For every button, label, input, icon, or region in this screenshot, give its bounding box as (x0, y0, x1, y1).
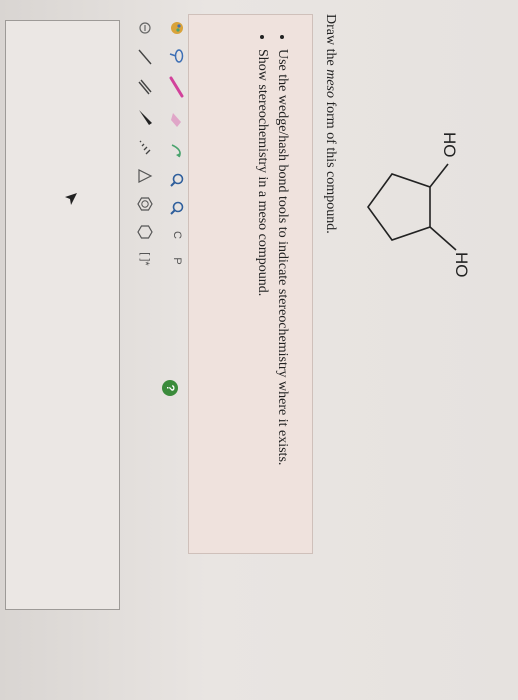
double-bond-tool[interactable] (135, 78, 155, 96)
charge-tool[interactable] (135, 20, 155, 36)
charge-icon (139, 22, 151, 34)
single-bond-icon (138, 49, 152, 65)
cyclopentane-diol-structure: HO HO (367, 132, 470, 278)
hash-bond-icon (139, 140, 151, 155)
zoom-out-icon (170, 201, 184, 215)
instruction-item: Use the wedge/hash bond tools to indicat… (274, 49, 290, 553)
question-prefix: Draw the (323, 14, 338, 70)
hydroxyl-label-bottom: HO (440, 132, 459, 158)
question-suffix: form of this compound. (323, 97, 338, 234)
question-emphasis: meso (323, 69, 338, 98)
triangle-ring-icon (138, 169, 153, 183)
atom-color-tool[interactable] (167, 20, 187, 36)
instruction-item: Show stereochemistry in a meso compound. (254, 49, 270, 553)
single-bond-tool[interactable] (135, 48, 155, 66)
drawing-toolbar: C P []* (128, 20, 188, 400)
eraser-tool[interactable] (167, 110, 187, 130)
text-tool[interactable]: C (167, 228, 187, 242)
benzene-template[interactable] (135, 196, 155, 212)
cyclohexane-template[interactable] (135, 224, 155, 240)
help-button[interactable]: ? (162, 380, 178, 396)
curved-arrow-icon (171, 144, 181, 158)
wedge-bond-icon (139, 110, 152, 125)
lasso-tool[interactable] (167, 48, 187, 64)
question-text: Draw the meso form of this compound. (322, 14, 338, 234)
eraser-icon (171, 113, 181, 127)
toolbar-row-bottom: [ ]* (134, 20, 156, 400)
pencil-icon (169, 76, 184, 98)
instructions-box: Use the wedge/hash bond tools to indicat… (188, 14, 313, 554)
cursor-arrow-icon (65, 193, 77, 205)
benzene-ring-icon (137, 197, 153, 211)
double-bond-icon (138, 79, 152, 95)
hash-bond-tool[interactable] (135, 138, 155, 156)
pencil-tool[interactable] (167, 76, 187, 98)
zoom-in-tool[interactable] (167, 172, 187, 188)
arrow-tool[interactable] (167, 142, 187, 160)
zoom-in-icon (170, 173, 184, 187)
drawing-canvas[interactable] (5, 20, 120, 610)
lasso-icon (169, 49, 184, 63)
instructions-list: Use the wedge/hash bond tools to indicat… (254, 15, 290, 553)
toolbar-row-top: C P (166, 20, 188, 400)
zoom-out-tool[interactable] (167, 200, 187, 216)
hexagon-ring-icon (137, 225, 153, 239)
palette-icon (171, 22, 183, 34)
hydroxyl-label-top: HO (452, 252, 470, 278)
ring-menu-bracket[interactable]: [ ]* (135, 252, 155, 266)
rotated-page: HO HO Draw the meso form of this compoun… (0, 0, 518, 700)
periodic-table-tool[interactable]: P (167, 254, 187, 268)
cyclopropane-template[interactable] (135, 168, 155, 184)
wedge-bond-tool[interactable] (135, 108, 155, 126)
